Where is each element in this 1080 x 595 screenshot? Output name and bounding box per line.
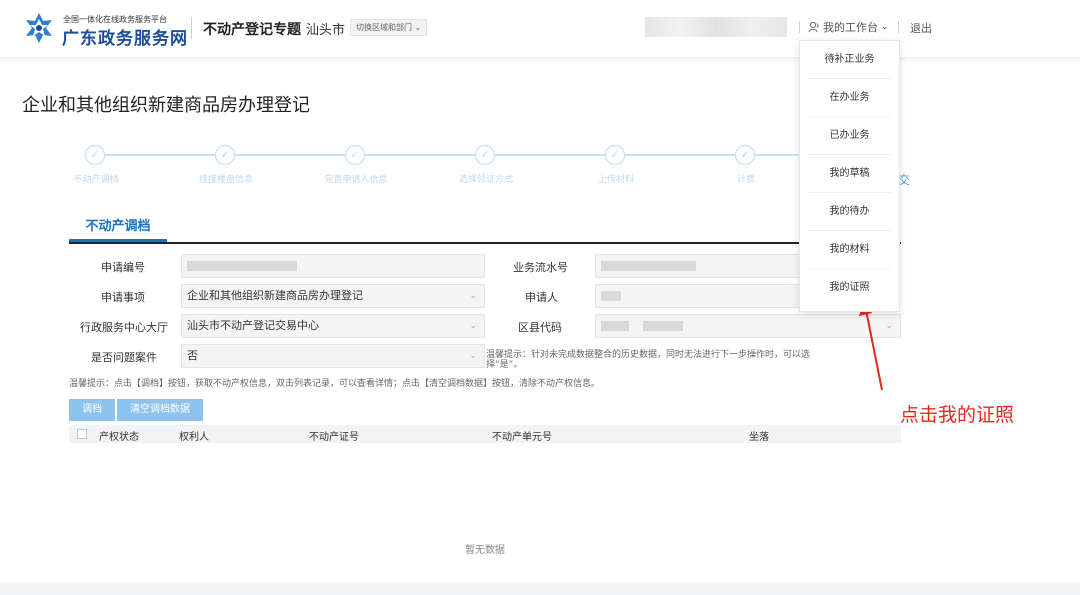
step-label: 上传材料 (597, 175, 635, 185)
red-arrow-icon (859, 301, 883, 391)
check-icon: ✓ (605, 145, 625, 165)
footer-bar (0, 583, 1080, 595)
apply-no-label: 申请编号 (101, 261, 145, 274)
menu-item-pending-correction[interactable]: 待补正业务 (808, 41, 891, 79)
tab-property-archive[interactable]: 不动产调档 (69, 214, 167, 242)
region-switch-button[interactable]: 切换区域和部门 ⌄ (350, 19, 428, 36)
serial-no-label: 业务流水号 (513, 261, 568, 274)
workbench-label: 我的工作台 (823, 21, 878, 34)
step-label: 计费 (736, 175, 756, 185)
blurred-value (642, 321, 683, 331)
archive-hint: 温馨提示：点击【调档】按钮，获取不动产权信息，双击列表记录，可以查看详情；点击【… (69, 379, 601, 389)
clear-archive-button[interactable]: 清空调档数据 (117, 399, 203, 421)
progress-steps: ✓ ✓ ✓ ✓ ✓ ✓ 不动产调档 挂接楼盘信息 完善申请人信息 选择领证方式 … (0, 140, 1080, 190)
hall-label: 行政服务中心大厅 (80, 321, 168, 334)
select-all-checkbox[interactable] (77, 429, 87, 439)
table-header: 产权状态 权利人 不动产证号 不动产单元号 坐落 (69, 425, 901, 443)
district-label: 区县代码 (518, 321, 562, 334)
workbench-menu[interactable]: 我的工作台 ⌄ (808, 19, 889, 35)
matter-value: 企业和其他组织新建商品房办理登记 (187, 289, 363, 302)
annotation-text: 点击我的证照 (900, 404, 1015, 426)
city-label: 汕头市 (306, 23, 346, 38)
column-header: 不动产证号 (309, 432, 359, 443)
blurred-value (601, 291, 621, 301)
logo-icon (26, 13, 52, 43)
step-connector (365, 154, 475, 156)
problem-case-label: 是否问题案件 (91, 351, 157, 364)
step-connector (625, 154, 735, 156)
menu-item-in-progress[interactable]: 在办业务 (808, 79, 891, 117)
chevron-down-icon: ⌄ (469, 351, 477, 361)
applicant-field (595, 284, 800, 308)
top-header: 全国一体化在线政务服务平台 广东政务服务网 不动产登记专题 汕头市 切换区域和部… (0, 0, 1080, 58)
serial-no-field (595, 254, 800, 278)
header-divider (191, 17, 192, 39)
check-icon: ✓ (85, 145, 105, 165)
matter-label: 申请事项 (101, 291, 145, 304)
step-connector (105, 154, 215, 156)
check-icon: ✓ (345, 145, 365, 165)
column-header: 坐落 (749, 432, 769, 443)
chevron-down-icon: ⌄ (414, 23, 422, 32)
problem-case-select[interactable]: 否 ⌄ (181, 344, 485, 368)
blurred-value (601, 321, 629, 331)
column-header: 产权状态 (99, 432, 139, 443)
user-name-blurred (645, 17, 787, 37)
applicant-label: 申请人 (525, 291, 558, 304)
step-connector (495, 154, 605, 156)
check-icon: ✓ (215, 145, 235, 165)
menu-item-materials[interactable]: 我的材料 (808, 231, 891, 269)
matter-select[interactable]: 企业和其他组织新建商品房办理登记 ⌄ (181, 284, 485, 308)
workbench-dropdown: 待补正业务 在办业务 已办业务 我的草稿 我的待办 我的材料 我的证照 (799, 40, 900, 312)
hall-select[interactable]: 汕头市不动产登记交易中心 ⌄ (181, 314, 485, 338)
column-header: 不动产单元号 (492, 432, 552, 443)
step-label: 完善申请人信息 (324, 175, 388, 185)
topic-title: 不动产登记专题 (203, 22, 301, 38)
problem-case-hint: 温馨提示：针对未完成数据整合的历史数据，同时无法进行下一步操作时，可以选择“是”… (486, 350, 811, 370)
header-divider (898, 21, 899, 33)
apply-no-field (181, 254, 485, 278)
blurred-value (187, 261, 297, 271)
region-switch-label: 切换区域和部门 (356, 23, 412, 32)
check-icon: ✓ (735, 145, 755, 165)
fetch-archive-button[interactable]: 调档 (69, 399, 115, 421)
blurred-value (601, 261, 696, 271)
menu-item-completed[interactable]: 已办业务 (808, 117, 891, 155)
problem-case-value: 否 (187, 349, 198, 362)
menu-item-todo[interactable]: 我的待办 (808, 193, 891, 231)
check-icon: ✓ (475, 145, 495, 165)
page-title: 企业和其他组织新建商品房办理登记 (22, 95, 310, 116)
menu-item-certificates[interactable]: 我的证照 (808, 269, 891, 307)
logout-link[interactable]: 退出 (910, 20, 932, 36)
header-divider (799, 21, 800, 33)
step-connector (755, 154, 800, 156)
step-connector (235, 154, 345, 156)
chevron-down-icon: ⌄ (881, 22, 889, 32)
tab-divider (69, 242, 901, 244)
menu-item-drafts[interactable]: 我的草稿 (808, 155, 891, 193)
hall-value: 汕头市不动产登记交易中心 (187, 319, 319, 332)
user-icon (808, 21, 819, 33)
step-label: 不动产调档 (73, 175, 119, 185)
step-label: 挂接楼盘信息 (198, 175, 254, 185)
empty-table-text: 暂无数据 (465, 545, 505, 556)
step-label: 选择领证方式 (458, 175, 514, 185)
column-header: 权利人 (179, 432, 209, 443)
platform-title[interactable]: 广东政务服务网 (62, 24, 188, 49)
